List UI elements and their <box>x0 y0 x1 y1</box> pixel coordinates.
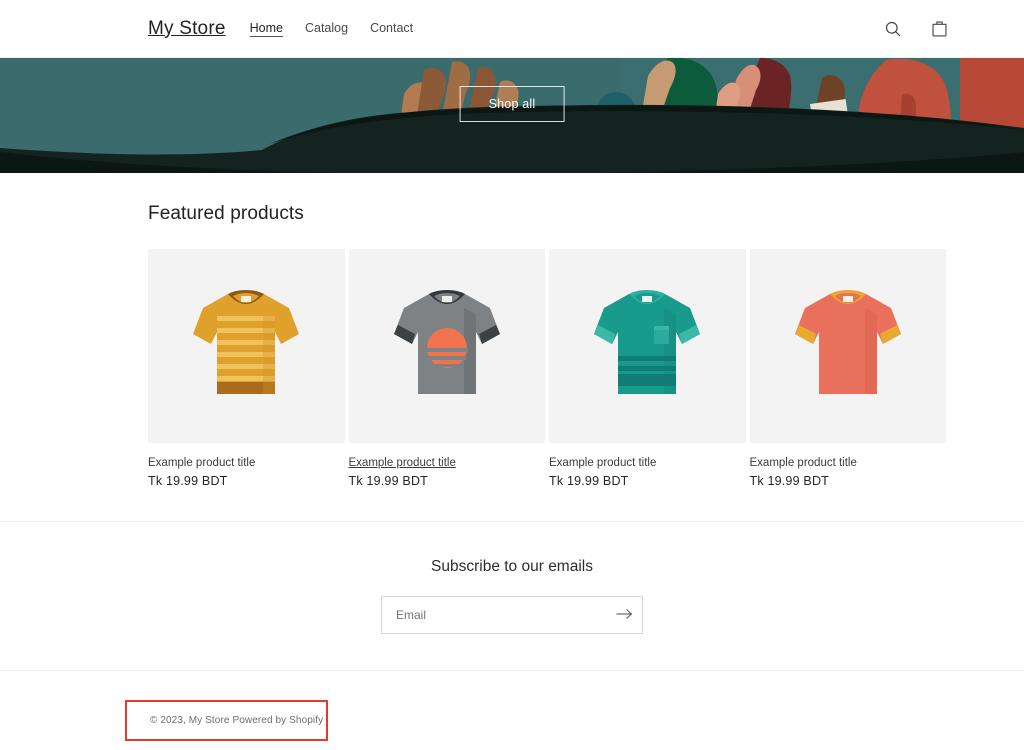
shopping-bag-icon <box>930 19 949 38</box>
product-price: Tk 19.99 BDT <box>549 474 629 488</box>
powered-by-shopify-link[interactable]: Powered by Shopify <box>232 715 323 726</box>
site-header: My Store Home Catalog Contact <box>0 0 1024 58</box>
gray-sunset-tshirt-icon <box>382 286 512 406</box>
email-field[interactable] <box>382 597 606 633</box>
search-button[interactable] <box>878 14 908 44</box>
product-image[interactable] <box>148 249 345 443</box>
product-price: Tk 19.99 BDT <box>348 474 429 488</box>
product-card[interactable]: Example product title Tk 19.99 BDT <box>148 249 345 488</box>
main-navigation: Home Catalog Contact <box>249 21 413 37</box>
search-icon <box>884 20 902 38</box>
product-title-link[interactable]: Example product title <box>349 456 456 471</box>
nav-item-catalog[interactable]: Catalog <box>305 21 348 36</box>
newsletter-title: Subscribe to our emails <box>431 558 593 575</box>
product-title-link[interactable]: Example product title <box>750 456 857 471</box>
newsletter-section: Subscribe to our emails <box>0 522 1024 670</box>
featured-products-section: Featured products Example product title … <box>0 173 1024 488</box>
product-card[interactable]: Example product title Tk 19.99 BDT <box>749 249 946 488</box>
product-image[interactable] <box>348 249 545 443</box>
product-card[interactable]: Example product title Tk 19.99 BDT <box>348 249 545 488</box>
product-card[interactable]: Example product title Tk 19.99 BDT <box>549 249 746 488</box>
product-title-link[interactable]: Example product title <box>549 456 656 471</box>
newsletter-submit-button[interactable] <box>606 597 642 633</box>
footer-text: © 2023, My Store Powered by Shopify <box>150 715 323 726</box>
product-price: Tk 19.99 BDT <box>148 474 228 488</box>
footer-copyright: © 2023, My Store <box>150 715 230 726</box>
header-actions <box>878 14 954 44</box>
nav-item-home[interactable]: Home <box>249 21 283 37</box>
shop-all-button[interactable]: Shop all <box>459 86 565 122</box>
page-title: Featured products <box>148 203 304 224</box>
hero-banner: Shop all <box>0 58 1024 173</box>
footer-copyright-highlight: © 2023, My Store Powered by Shopify <box>125 700 328 741</box>
newsletter-form <box>381 596 643 634</box>
teal-pocket-tshirt-icon <box>582 286 712 406</box>
site-footer: © 2023, My Store Powered by Shopify <box>0 671 1024 750</box>
product-image[interactable] <box>749 249 946 443</box>
product-title-link[interactable]: Example product title <box>148 456 255 471</box>
cart-button[interactable] <box>924 14 954 44</box>
striped-orange-tshirt-icon <box>181 286 311 406</box>
product-image[interactable] <box>549 249 746 443</box>
arrow-right-icon <box>616 608 633 623</box>
coral-ringer-tshirt-icon <box>783 286 913 406</box>
store-logo[interactable]: My Store <box>148 18 226 40</box>
product-grid: Example product title Tk 19.99 BDT Examp… <box>148 249 946 488</box>
nav-item-contact[interactable]: Contact <box>370 21 413 36</box>
product-price: Tk 19.99 BDT <box>749 474 830 488</box>
